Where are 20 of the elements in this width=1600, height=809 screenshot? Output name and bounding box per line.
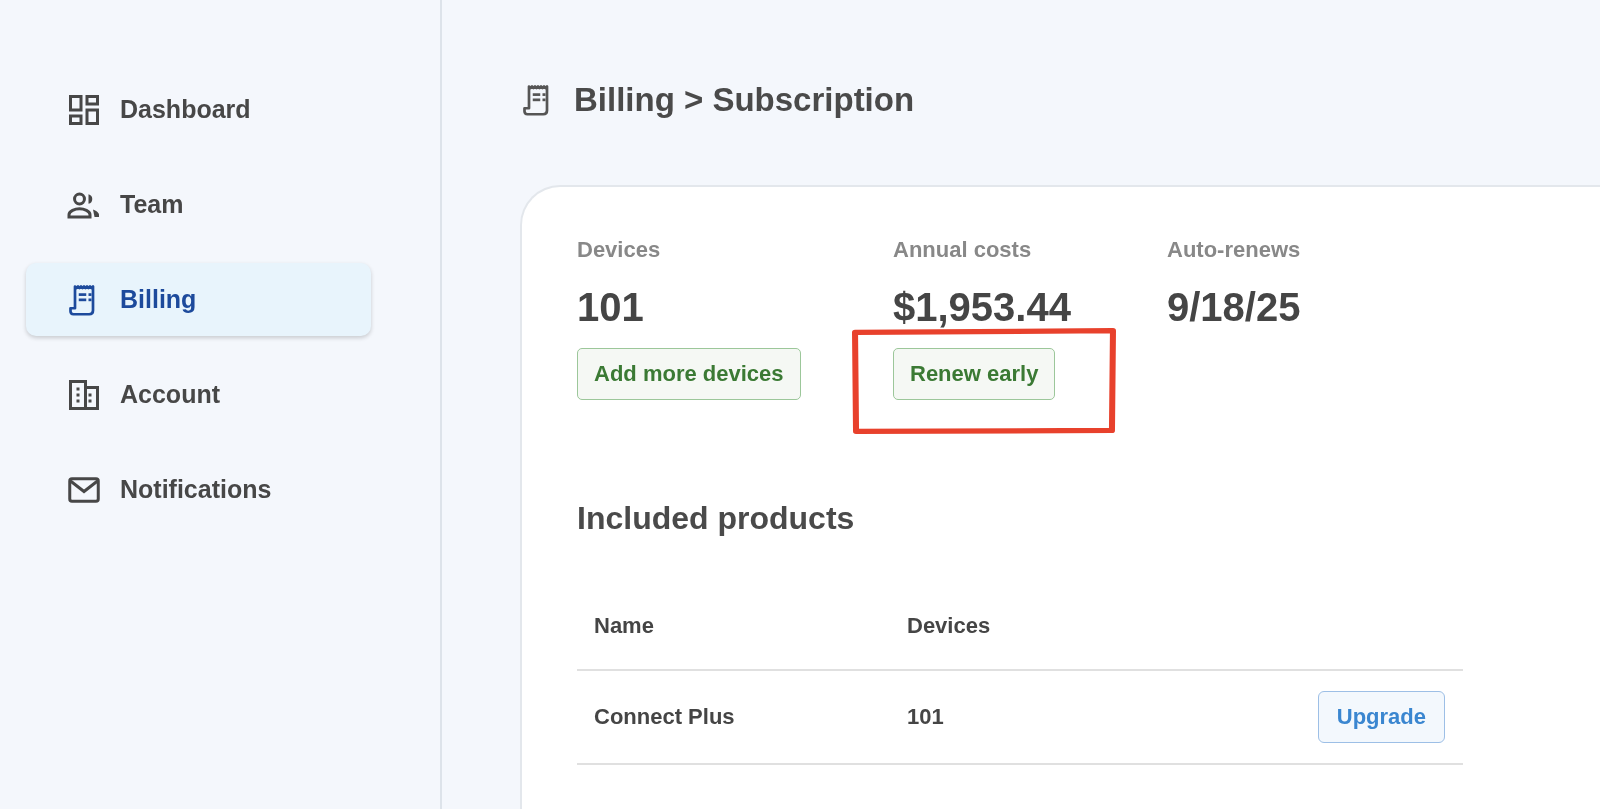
stat-label: Auto-renews — [1167, 237, 1301, 263]
upgrade-button[interactable]: Upgrade — [1317, 691, 1445, 743]
section-title: Included products — [577, 500, 856, 537]
column-header: Devices — [906, 613, 992, 639]
nav-item[interactable]: Account — [26, 358, 371, 431]
stat-value: 101 — [577, 285, 644, 330]
nav-item[interactable]: Billing — [26, 263, 371, 336]
action-button[interactable]: Renew early — [893, 348, 1056, 400]
nav-item[interactable]: Dashboard — [26, 73, 371, 146]
stat-value: 9/18/25 — [1167, 285, 1301, 330]
nav-item[interactable]: Team — [26, 168, 371, 241]
stat-value: $1,953.44 — [893, 285, 1071, 330]
stat-label: Annual costs — [893, 237, 1032, 263]
action-button[interactable]: Add more devices — [577, 348, 801, 400]
nav-item[interactable]: Notifications — [26, 453, 371, 526]
stat-label: Devices — [577, 237, 661, 263]
table-cell-text: 101 — [906, 704, 945, 730]
page-title: Billing > Subscription — [574, 81, 915, 119]
table-cell-text: Connect Plus — [593, 704, 736, 730]
column-header: Name — [593, 613, 655, 639]
